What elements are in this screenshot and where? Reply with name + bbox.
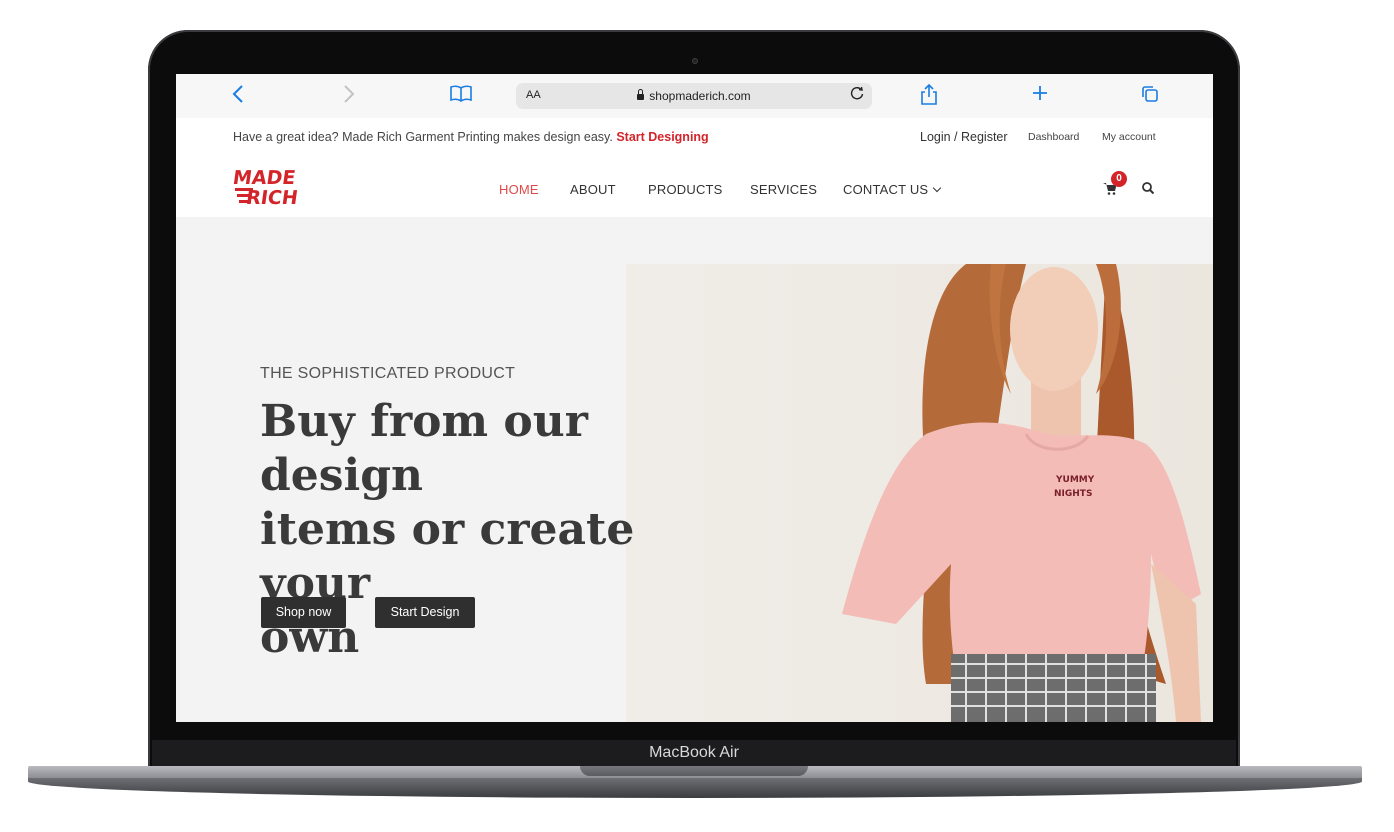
screen: AA shopmaderich.com Have a great idea? M… (176, 74, 1213, 722)
nav-services[interactable]: SERVICES (750, 182, 817, 197)
site-topbar: Have a great idea? Made Rich Garment Pri… (176, 118, 1213, 158)
shirt-print-line1: YUMMY (1055, 475, 1095, 485)
chevron-down-icon (933, 183, 942, 193)
shirt-print-line2: NIGHTS (1054, 489, 1092, 499)
nav-home[interactable]: HOME (499, 182, 539, 197)
hero-eyebrow: THE SOPHISTICATED PRODUCT (260, 365, 516, 382)
made-rich-logo[interactable]: MADE RICH (233, 164, 313, 208)
nav-contact-label: CONTACT US (843, 182, 929, 197)
bookmarks-icon[interactable] (450, 84, 472, 106)
forward-icon[interactable] (343, 84, 355, 108)
hero-headline-line2: items or create your (260, 504, 635, 609)
nav-about[interactable]: ABOUT (570, 182, 616, 197)
share-icon[interactable] (920, 83, 938, 110)
cart-count-badge: 0 (1111, 171, 1127, 187)
lock-icon (637, 89, 645, 100)
address-bar[interactable]: AA shopmaderich.com (516, 83, 872, 109)
device-label: MacBook Air (649, 744, 739, 761)
promo-text: Have a great idea? Made Rich Garment Pri… (233, 130, 613, 144)
start-design-button[interactable]: Start Design (375, 597, 475, 628)
laptop-base-bottom (28, 778, 1362, 798)
hero-headline-line1: Buy from our design (260, 396, 588, 501)
start-designing-link[interactable]: Start Designing (616, 130, 708, 144)
dashboard-link[interactable]: Dashboard (1028, 131, 1079, 143)
shop-now-button[interactable]: Shop now (261, 597, 346, 628)
nav-products[interactable]: PRODUCTS (648, 182, 723, 197)
laptop-chin: MacBook Air (152, 740, 1236, 768)
nav-contact[interactable]: CONTACT US (843, 182, 942, 197)
search-icon[interactable] (1141, 181, 1155, 195)
back-icon[interactable] (232, 84, 244, 108)
main-navbar: MADE RICH HOME ABOUT PRODUCTS SERVICES C… (176, 158, 1213, 217)
hero-section: YUMMY NIGHTS THE SOPHISTICATED PRODUCT B… (176, 217, 1213, 722)
browser-toolbar: AA shopmaderich.com (176, 74, 1213, 119)
new-tab-icon[interactable] (1031, 84, 1049, 106)
tabs-icon[interactable] (1140, 84, 1160, 108)
laptop-notch (580, 766, 808, 776)
my-account-link[interactable]: My account (1102, 131, 1156, 143)
url-text: shopmaderich.com (649, 89, 751, 103)
reload-icon[interactable] (850, 86, 864, 104)
login-register-link[interactable]: Login / Register (920, 130, 1008, 144)
promo-message: Have a great idea? Made Rich Garment Pri… (233, 130, 709, 144)
camera (692, 58, 698, 64)
